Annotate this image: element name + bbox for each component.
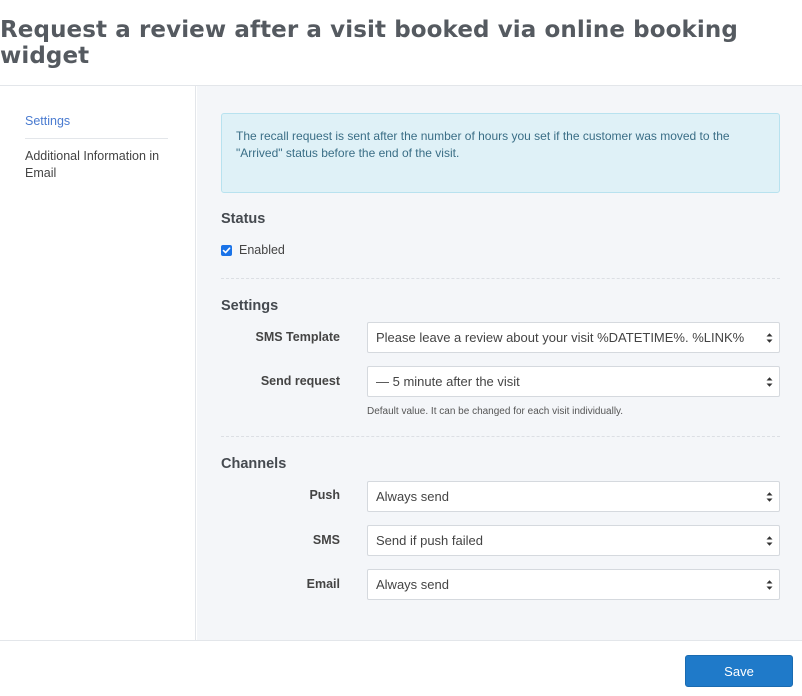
select-arrows-icon: [766, 579, 773, 590]
sidebar-item-additional-information-email[interactable]: Additional Information in Email: [25, 148, 168, 182]
enabled-checkbox[interactable]: [221, 244, 232, 256]
main-content: The recall request is sent after the num…: [197, 86, 802, 640]
sms-label: SMS: [312, 533, 340, 547]
page-title: Request a review after a visit booked vi…: [0, 16, 738, 69]
checkmark-icon: [222, 246, 231, 253]
page-header: Request a review after a visit booked vi…: [0, 0, 802, 86]
select-arrows-icon: [766, 535, 773, 546]
status-section-title: Status: [221, 211, 266, 227]
info-alert: The recall request is sent after the num…: [221, 113, 780, 193]
select-arrows-icon: [766, 332, 773, 343]
enabled-label: Enabled: [239, 243, 285, 257]
sms-template-label: SMS Template: [255, 330, 340, 344]
push-value: Always send: [376, 489, 449, 504]
section-divider: [221, 436, 780, 437]
save-button[interactable]: Save: [685, 655, 793, 687]
sms-template-select[interactable]: Please leave a review about your visit %…: [367, 322, 780, 353]
select-arrows-icon: [766, 491, 773, 502]
sms-template-value: Please leave a review about your visit %…: [376, 330, 745, 345]
channels-section-title: Channels: [221, 456, 287, 472]
footer-bar: Save: [0, 640, 802, 696]
push-label: Push: [309, 488, 340, 502]
send-request-label: Send request: [260, 374, 340, 388]
send-request-hint: Default value. It can be changed for eac…: [367, 406, 624, 417]
sidebar-item-settings[interactable]: Settings: [25, 113, 168, 130]
sms-select[interactable]: Send if push failed: [367, 525, 780, 556]
email-label: Email: [306, 577, 340, 591]
send-request-select[interactable]: — 5 minute after the visit: [367, 366, 780, 397]
settings-section-title: Settings: [221, 298, 279, 314]
email-value: Always send: [376, 577, 449, 592]
enabled-checkbox-row[interactable]: Enabled: [221, 243, 285, 257]
push-select[interactable]: Always send: [367, 481, 780, 512]
select-arrows-icon: [766, 376, 773, 387]
email-select[interactable]: Always send: [367, 569, 780, 600]
sidebar-divider: [25, 138, 168, 139]
sms-value: Send if push failed: [376, 533, 483, 548]
section-divider: [221, 278, 780, 279]
send-request-value: — 5 minute after the visit: [376, 374, 520, 389]
sidebar: Settings Additional Information in Email: [0, 86, 196, 640]
